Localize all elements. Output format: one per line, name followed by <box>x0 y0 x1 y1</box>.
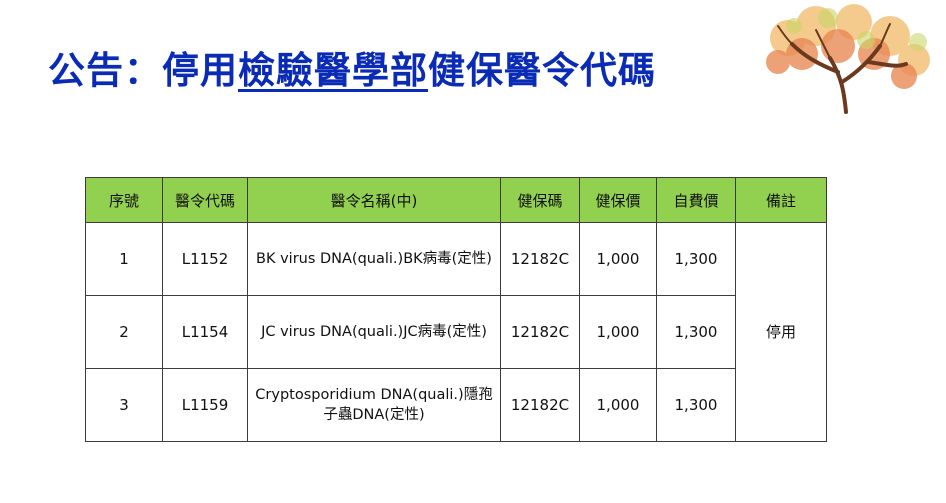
cell-self-pay-price: 1,300 <box>656 295 736 369</box>
cell-nhi-price: 1,000 <box>579 222 657 296</box>
cell-remark: 停用 <box>735 222 827 442</box>
cell-serial: 3 <box>85 368 163 442</box>
title-prefix: 公告：停用 <box>48 49 238 92</box>
header-remark: 備註 <box>735 177 827 223</box>
header-order-code: 醫令代碼 <box>162 177 248 223</box>
cell-self-pay-price: 1,300 <box>656 368 736 442</box>
cell-serial: 1 <box>85 222 163 296</box>
cell-order-code: L1159 <box>162 368 248 442</box>
discontinued-codes-table: 序號 醫令代碼 醫令名稱(中) 健保碼 健保價 自費價 備註 1 L1152 B… <box>85 177 827 442</box>
cell-nhi-price: 1,000 <box>579 295 657 369</box>
cell-serial: 2 <box>85 295 163 369</box>
cell-nhi-code: 12182C <box>500 222 580 296</box>
autumn-tree-illustration <box>766 4 930 114</box>
header-nhi-price: 健保價 <box>579 177 657 223</box>
table-row: 1 L1152 BK virus DNA(quali.)BK病毒(定性) 121… <box>85 222 827 442</box>
header-serial: 序號 <box>85 177 163 223</box>
cell-self-pay-price: 1,300 <box>656 222 736 296</box>
cell-nhi-price: 1,000 <box>579 368 657 442</box>
cell-order-code: L1152 <box>162 222 248 296</box>
cell-nhi-code: 12182C <box>500 368 580 442</box>
header-self-pay-price: 自費價 <box>656 177 736 223</box>
header-nhi-code: 健保碼 <box>500 177 580 223</box>
cell-nhi-code: 12182C <box>500 295 580 369</box>
cell-order-code: L1154 <box>162 295 248 369</box>
table-row: 3 L1159 Cryptosporidium DNA(quali.)隱孢子蟲D… <box>85 368 827 442</box>
cell-order-name: JC virus DNA(quali.)JC病毒(定性) <box>247 295 501 369</box>
page-title: 公告：停用檢驗醫學部健保醫令代碼 <box>48 40 656 94</box>
title-suffix: 健保醫令代碼 <box>428 49 656 92</box>
title-department: 檢驗醫學部 <box>238 49 428 92</box>
table-row: 2 L1154 JC virus DNA(quali.)JC病毒(定性) 121… <box>85 295 827 369</box>
header-order-name: 醫令名稱(中) <box>247 177 501 223</box>
cell-order-name: BK virus DNA(quali.)BK病毒(定性) <box>247 222 501 296</box>
cell-order-name: Cryptosporidium DNA(quali.)隱孢子蟲DNA(定性) <box>247 368 501 442</box>
table-header-row: 序號 醫令代碼 醫令名稱(中) 健保碼 健保價 自費價 備註 <box>85 177 827 223</box>
